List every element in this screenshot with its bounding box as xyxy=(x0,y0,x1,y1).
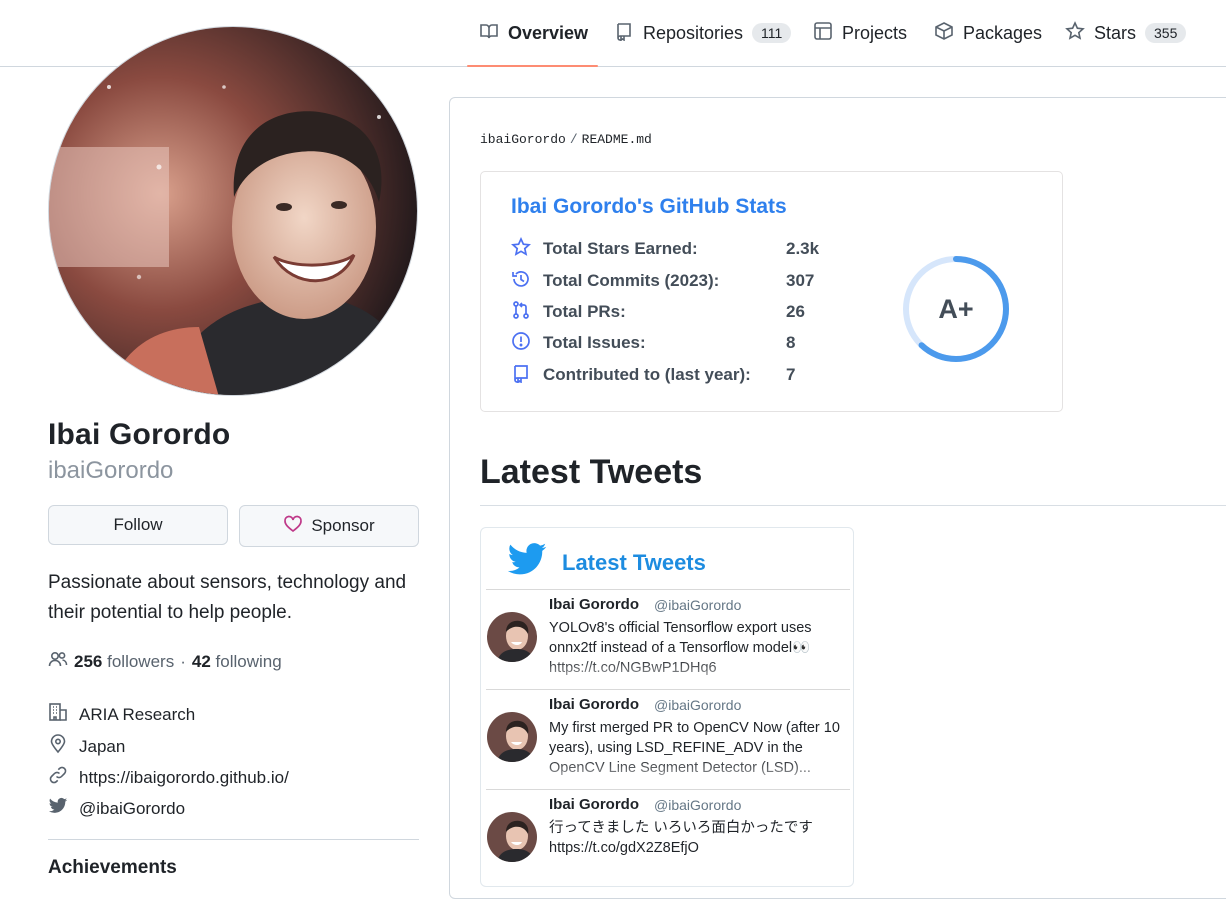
profile-bio: Passionate about sensors, technology and… xyxy=(48,572,407,623)
breadcrumb: ibaiGorordo / README.md xyxy=(480,132,652,147)
tweet-fade xyxy=(549,658,849,688)
tab-packages[interactable]: Packages xyxy=(934,0,1042,66)
tab-repositories[interactable]: Repositories 111 xyxy=(614,0,792,66)
following-link[interactable]: 42 following xyxy=(192,652,282,672)
tab-overview[interactable]: Overview xyxy=(466,0,599,67)
star-icon xyxy=(511,236,531,262)
book-icon xyxy=(479,21,499,46)
tweets-widget: Latest Tweets Ibai Gorordo @ibaiGorordo … xyxy=(480,527,854,887)
repositories-count-badge: 111 xyxy=(752,23,792,43)
sponsor-button[interactable]: Sponsor xyxy=(239,505,419,547)
follow-separator: · xyxy=(180,651,186,671)
stat-label: Contributed to (last year): xyxy=(543,365,751,384)
follow-button-label: Follow xyxy=(113,515,163,534)
stars-count-badge: 355 xyxy=(1145,23,1187,43)
organization-text: ARIA Research xyxy=(79,704,196,724)
tweet-item[interactable]: Ibai Gorordo @ibaiGorordo 行ってきました いろいろ面白… xyxy=(486,789,850,886)
issue-icon xyxy=(511,331,531,356)
tab-label: Overview xyxy=(508,22,589,43)
follow-button[interactable]: Follow xyxy=(48,505,228,545)
following-count: 42 xyxy=(191,651,211,671)
breadcrumb-separator: / xyxy=(569,132,578,147)
heart-icon xyxy=(283,514,303,539)
profile-twitter[interactable]: @ibaiGorordo xyxy=(48,796,185,821)
rank-grade: A+ xyxy=(938,293,974,324)
tweet-text: 行ってきました いろいろ面白かったです https://t.co/gdX2Z8E… xyxy=(549,820,813,856)
sidebar-divider xyxy=(48,839,419,840)
star-icon xyxy=(1065,20,1085,46)
tweet-item[interactable]: Ibai Gorordo @ibaiGorordo My first merge… xyxy=(486,689,850,789)
stats-card-title: Ibai Gorordo's GitHub Stats xyxy=(511,195,787,218)
followers-count: 256 xyxy=(74,651,103,671)
tab-label: Stars xyxy=(1094,22,1137,43)
sponsor-button-label: Sponsor xyxy=(311,516,375,535)
followers-label: followers xyxy=(107,651,175,671)
history-icon xyxy=(511,269,531,294)
tweet-author-name: Ibai Gorordo xyxy=(549,696,639,713)
package-icon xyxy=(934,21,954,46)
tweet-avatar xyxy=(487,712,537,762)
stat-row-stars: Total Stars Earned: 2.3k xyxy=(511,236,819,262)
latest-tweets-heading: Latest Tweets xyxy=(480,453,703,491)
profile-website[interactable]: https://ibaigorordo.github.io/ xyxy=(48,765,289,790)
tweets-widget-header: Latest Tweets xyxy=(506,542,706,583)
stat-value: 2.3k xyxy=(786,239,820,258)
stat-label: Total Commits (2023): xyxy=(543,271,720,290)
avatar[interactable] xyxy=(48,26,418,396)
pull-request-icon xyxy=(511,300,531,325)
github-stats-card: Ibai Gorordo's GitHub Stats Total Stars … xyxy=(480,171,1063,412)
follow-stats: 256 followers · 42 following xyxy=(48,650,282,673)
tab-projects[interactable]: Projects xyxy=(813,0,907,66)
tab-label: Packages xyxy=(963,22,1043,43)
tweet-author-name: Ibai Gorordo xyxy=(549,796,639,813)
link-icon xyxy=(48,765,68,790)
stat-label: Total PRs: xyxy=(543,302,626,321)
stat-row-prs: Total PRs: 26 xyxy=(511,300,805,325)
profile-fullname: Ibai Gorordo xyxy=(48,418,231,451)
organization-icon xyxy=(48,702,68,727)
stat-row-contributed: Contributed to (last year): 7 xyxy=(511,363,795,388)
website-link[interactable]: https://ibaigorordo.github.io/ xyxy=(79,768,289,788)
tab-label: Repositories xyxy=(643,22,744,43)
followers-link[interactable]: 256 followers xyxy=(74,652,174,672)
stat-row-commits: Total Commits (2023): 307 xyxy=(511,269,814,294)
stat-value: 26 xyxy=(786,302,805,321)
profile-username: ibaiGorordo xyxy=(48,457,174,484)
stat-value: 7 xyxy=(786,365,796,384)
tweet-fade xyxy=(549,758,849,788)
tweet-item[interactable]: Ibai Gorordo @ibaiGorordo YOLOv8's offic… xyxy=(486,589,850,689)
profile-location: Japan xyxy=(48,734,125,759)
breadcrumb-file[interactable]: README.md xyxy=(582,132,652,147)
repo-icon xyxy=(614,21,634,46)
tab-stars[interactable]: Stars 355 xyxy=(1065,0,1187,66)
stat-value: 307 xyxy=(786,271,815,290)
stat-label: Total Stars Earned: xyxy=(543,239,698,258)
breadcrumb-owner[interactable]: ibaiGorordo xyxy=(480,132,566,147)
location-text: Japan xyxy=(79,736,126,756)
tweet-author-handle: @ibaiGorordo xyxy=(654,697,742,713)
heading-rule xyxy=(480,505,1226,506)
tweets-widget-title[interactable]: Latest Tweets xyxy=(562,550,706,576)
twitter-icon xyxy=(48,796,68,821)
achievements-heading: Achievements xyxy=(48,857,177,878)
repo-icon xyxy=(511,363,531,388)
tweet-author-name: Ibai Gorordo xyxy=(549,596,639,613)
twitter-handle[interactable]: @ibaiGorordo xyxy=(79,799,185,819)
stat-label: Total Issues: xyxy=(543,333,646,352)
profile-organization: ARIA Research xyxy=(48,702,195,727)
tweet-author-handle: @ibaiGorordo xyxy=(654,797,742,813)
tweet-author-handle: @ibaiGorordo xyxy=(654,597,742,613)
twitter-bird-icon xyxy=(506,542,548,583)
stat-row-issues: Total Issues: 8 xyxy=(511,331,795,356)
table-icon xyxy=(813,21,833,46)
stat-value: 8 xyxy=(786,333,796,352)
tweet-avatar xyxy=(487,612,537,662)
tweet-avatar xyxy=(487,812,537,862)
people-icon xyxy=(48,650,68,673)
following-label: following xyxy=(215,651,282,671)
tab-label: Projects xyxy=(842,22,908,43)
location-icon xyxy=(48,734,68,759)
